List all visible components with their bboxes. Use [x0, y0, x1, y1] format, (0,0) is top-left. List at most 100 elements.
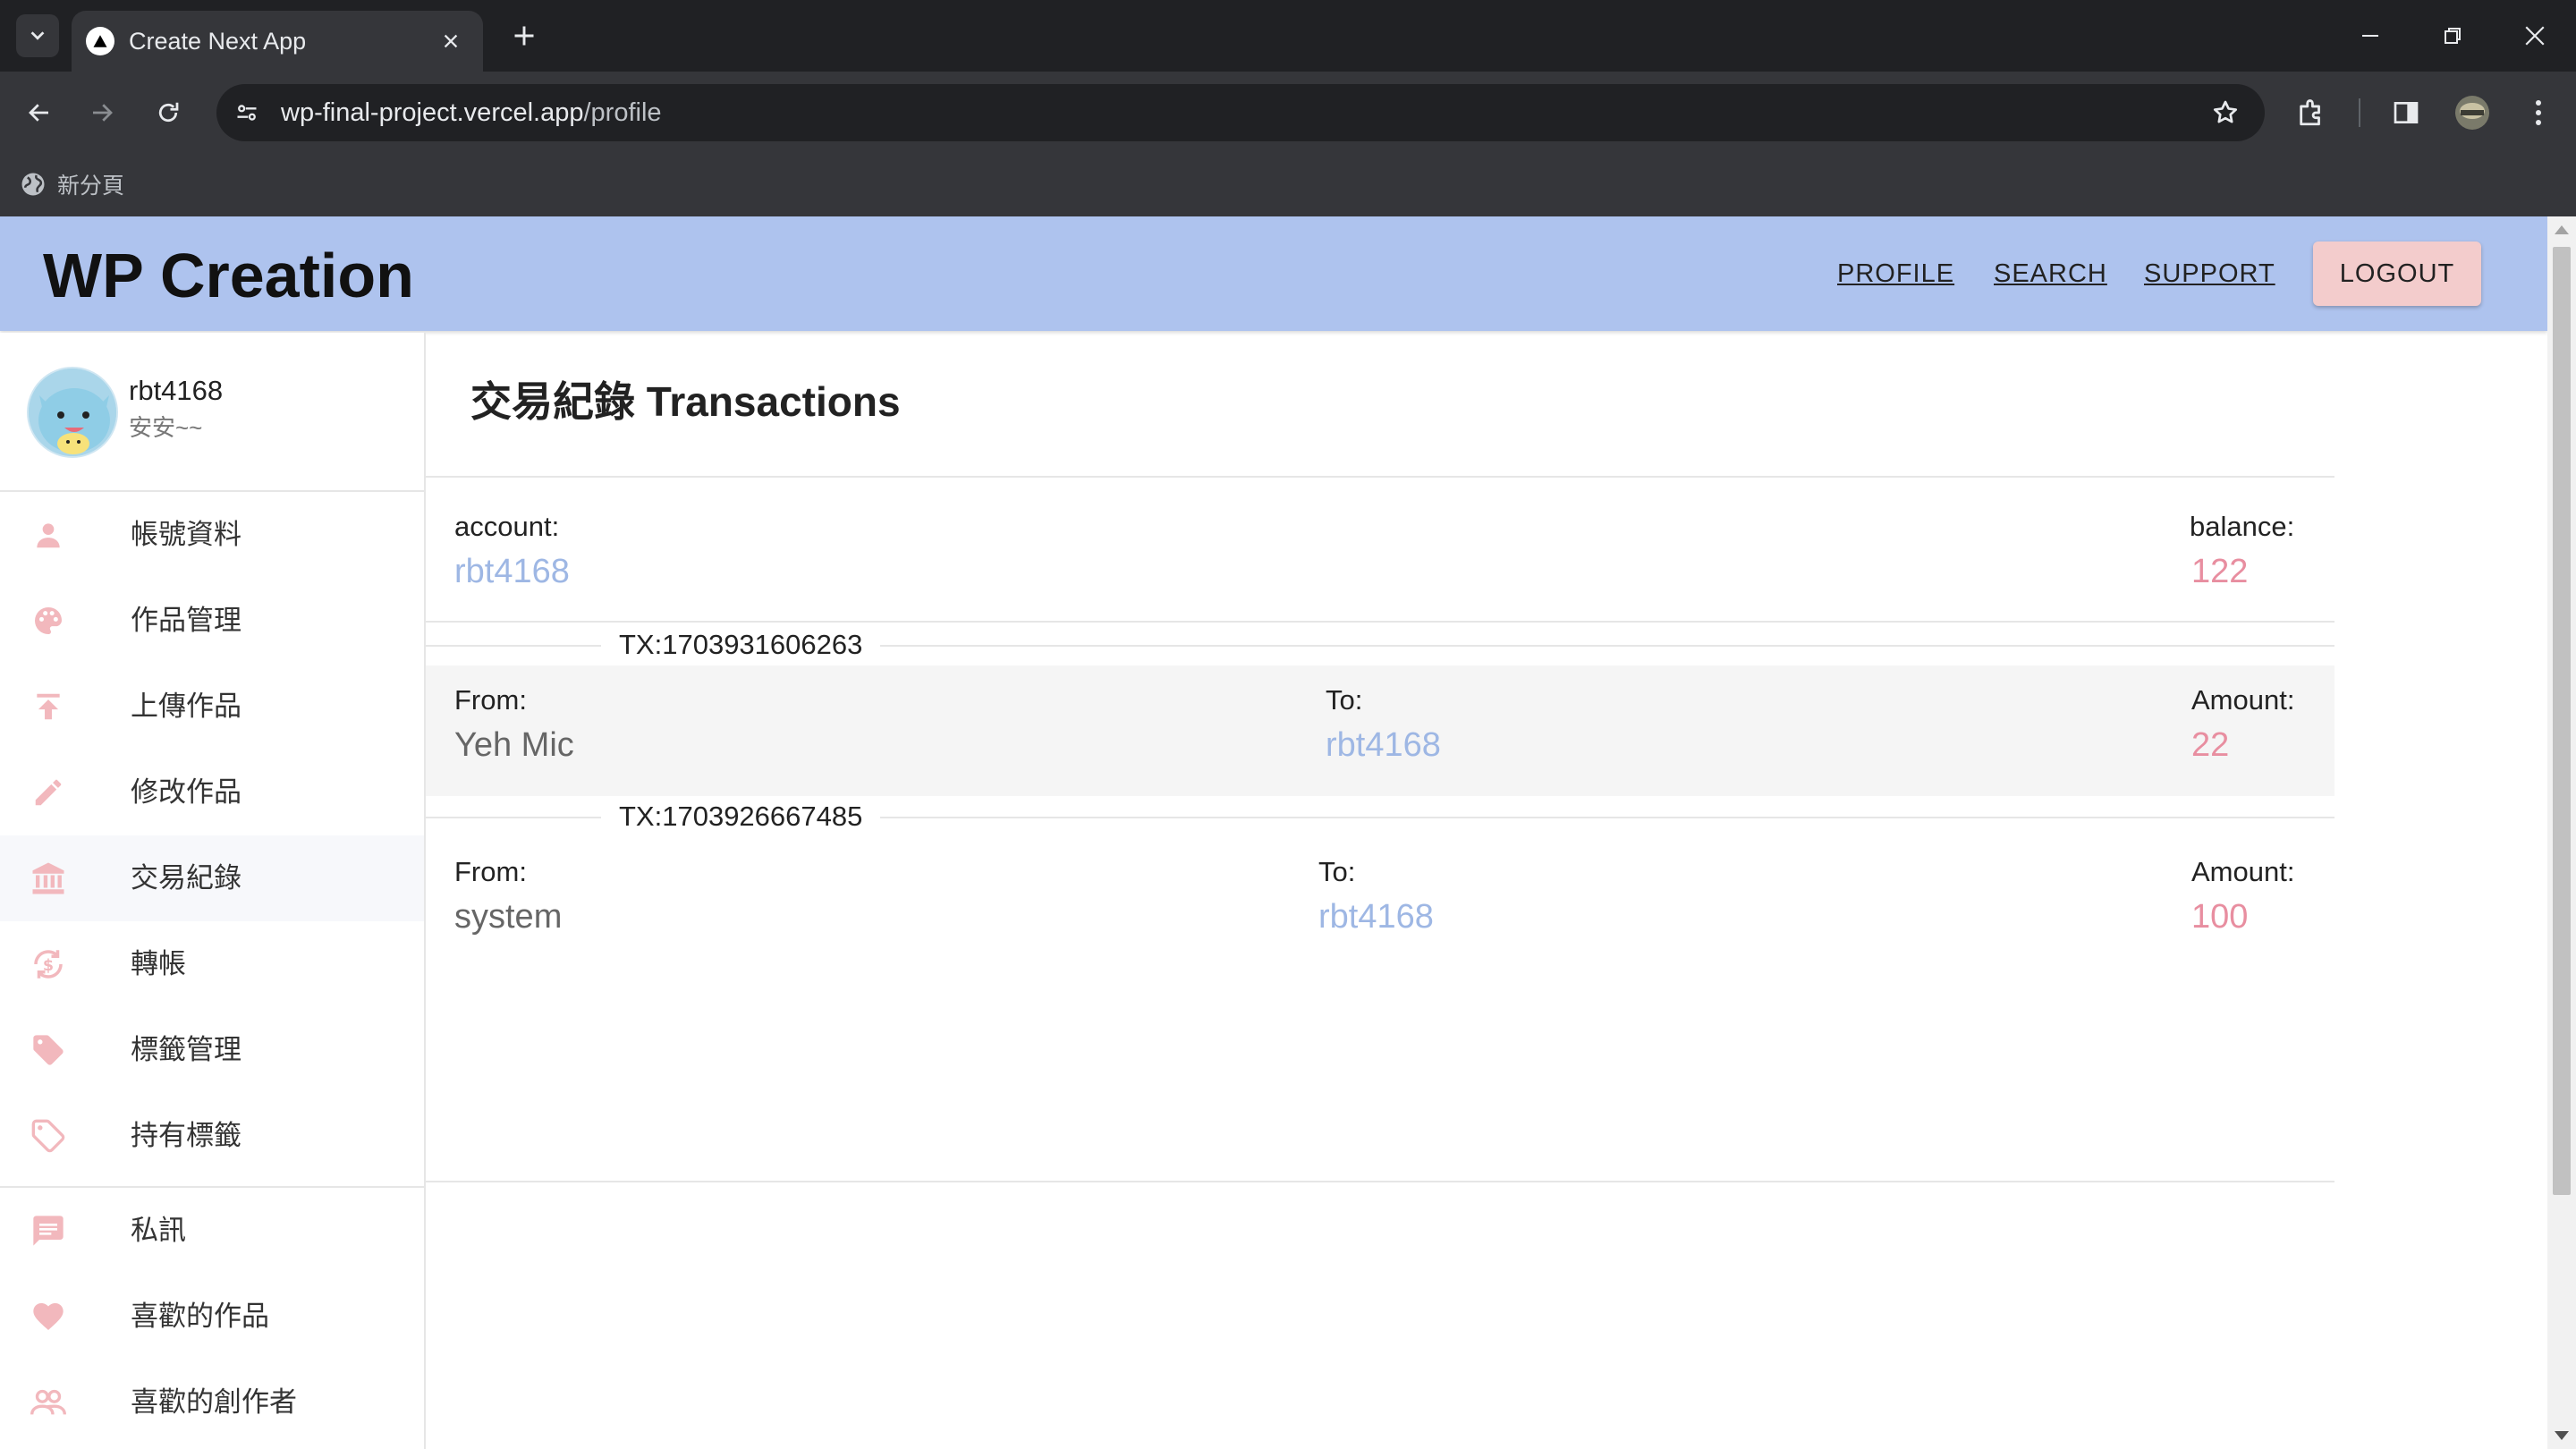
scroll-up-arrow-icon[interactable] — [2555, 225, 2569, 234]
account-value[interactable]: rbt4168 — [454, 551, 570, 592]
new-tab-button[interactable] — [504, 16, 544, 55]
sidebar-item-label: 帳號資料 — [131, 519, 242, 550]
row-divider — [426, 1181, 2334, 1182]
side-panel-icon[interactable] — [2385, 91, 2428, 134]
sidebar-item-label: 標籤管理 — [131, 1034, 242, 1065]
sidebar: rbt4168 安安~~ 帳號資料 作品管理 上傳作品 修改作品 交易紀錄 $ … — [0, 333, 426, 1449]
sidebar-item-liked-creators[interactable]: 喜歡的創作者 — [0, 1360, 424, 1445]
scrollbar-thumb[interactable] — [2553, 247, 2571, 1195]
from-value: system — [454, 898, 563, 936]
bookmark-label: 新分頁 — [57, 174, 125, 199]
pencil-icon — [29, 775, 68, 810]
sidebar-item-label: 修改作品 — [131, 776, 242, 808]
from-label: From: — [454, 856, 527, 887]
tx-id: TX:1703931606263 — [601, 628, 881, 662]
sidebar-item-messages[interactable]: 私訊 — [0, 1188, 424, 1274]
nextjs-favicon-icon — [86, 27, 114, 55]
to-label: To: — [1318, 856, 1356, 887]
sidebar-item-label: 上傳作品 — [131, 691, 242, 722]
tag-icon — [29, 1032, 68, 1068]
to-label: To: — [1326, 684, 1363, 716]
close-icon[interactable] — [433, 23, 469, 59]
chevron-down-icon — [30, 31, 45, 40]
sidebar-item-transactions[interactable]: 交易紀錄 — [0, 835, 424, 921]
title-divider — [426, 476, 2334, 478]
reload-icon — [158, 102, 179, 123]
browser-tab-bar: Create Next App — [0, 0, 2576, 72]
sidebar-item-label: 喜歡的創作者 — [131, 1386, 297, 1418]
sidebar-item-label: 喜歡的作品 — [131, 1301, 269, 1332]
site-info-icon[interactable] — [227, 93, 267, 132]
username: rbt4168 — [129, 375, 224, 406]
bookmark-new-tab[interactable]: 新分頁 — [20, 166, 124, 202]
palette-icon — [29, 603, 68, 639]
nav-profile-link[interactable]: PROFILE — [1837, 258, 1954, 290]
user-profile-block: rbt4168 安安~~ — [0, 333, 424, 492]
svg-text:$: $ — [43, 957, 54, 975]
reload-button[interactable] — [147, 91, 190, 134]
person-icon — [29, 517, 68, 553]
more-menu-icon[interactable] — [2517, 91, 2560, 134]
row-divider — [426, 621, 2334, 623]
sidebar-item-liked-works[interactable]: 喜歡的作品 — [0, 1274, 424, 1360]
amount-label: Amount: — [2191, 684, 2295, 716]
avatar[interactable] — [27, 367, 118, 458]
chat-icon — [29, 1213, 68, 1249]
tx-id: TX:1703926667485 — [601, 800, 881, 834]
sidebar-item-owned-tags[interactable]: 持有標籤 — [0, 1093, 424, 1179]
plus-icon — [514, 26, 534, 46]
upload-icon — [29, 689, 68, 724]
brand-title[interactable]: WP Creation — [43, 238, 414, 313]
heart-icon — [29, 1299, 68, 1335]
amount-value: 100 — [2191, 898, 2249, 936]
account-label: account: — [454, 511, 560, 542]
scroll-down-arrow-icon[interactable] — [2555, 1431, 2569, 1440]
tab-title: Create Next App — [129, 28, 307, 55]
bookmarks-bar: 新分頁 — [0, 154, 2576, 216]
transaction-row: From: Yeh Mic To: rbt4168 Amount: 22 — [426, 665, 2334, 796]
sidebar-item-account[interactable]: 帳號資料 — [0, 492, 424, 578]
extensions-icon[interactable] — [2290, 91, 2333, 134]
balance-value: 122 — [2191, 553, 2249, 590]
window-close-button[interactable] — [2508, 14, 2562, 57]
forward-button[interactable] — [80, 91, 123, 134]
to-value[interactable]: rbt4168 — [1326, 724, 1441, 766]
page-viewport: WP Creation PROFILE SEARCH SUPPORT LOGOU… — [0, 216, 2547, 1449]
sidebar-item-works[interactable]: 作品管理 — [0, 578, 424, 664]
logout-button[interactable]: LOGOUT — [2313, 242, 2481, 306]
app-header: WP Creation PROFILE SEARCH SUPPORT LOGOU… — [0, 216, 2547, 331]
nav-support-link[interactable]: SUPPORT — [2144, 258, 2275, 290]
browser-tab[interactable]: Create Next App — [72, 11, 483, 72]
amount-label: Amount: — [2191, 856, 2295, 887]
transaction-row: From: system To: rbt4168 Amount: 100 — [426, 837, 2334, 968]
amount-value: 22 — [2191, 726, 2230, 764]
restore-button[interactable] — [2426, 14, 2479, 57]
nav-search-link[interactable]: SEARCH — [1994, 258, 2107, 290]
arrow-left-icon — [29, 104, 48, 122]
from-label: From: — [454, 684, 527, 716]
address-bar[interactable]: wp-final-project.vercel.app/profile — [216, 84, 2265, 141]
page-scrollbar[interactable] — [2547, 216, 2576, 1449]
main-content: 交易紀錄 Transactions account: rbt4168 balan… — [426, 333, 2547, 1449]
restore-icon — [2445, 28, 2461, 44]
globe-icon — [21, 173, 45, 196]
sidebar-item-edit[interactable]: 修改作品 — [0, 750, 424, 835]
back-button[interactable] — [18, 91, 61, 134]
sidebar-item-upload[interactable]: 上傳作品 — [0, 664, 424, 750]
browser-toolbar: wp-final-project.vercel.app/profile — [0, 72, 2576, 154]
sidebar-item-label: 持有標籤 — [131, 1120, 242, 1151]
toolbar-separator — [2359, 98, 2360, 127]
sidebar-item-transfer[interactable]: $ 轉帳 — [0, 921, 424, 1007]
minimize-button[interactable] — [2343, 14, 2397, 57]
profile-avatar-icon[interactable] — [2451, 91, 2494, 134]
people-icon — [29, 1385, 68, 1420]
sidebar-item-tag-management[interactable]: 標籤管理 — [0, 1007, 424, 1093]
tags-icon — [29, 1118, 68, 1154]
bank-icon — [29, 860, 68, 896]
tab-search-button[interactable] — [16, 14, 59, 57]
sidebar-item-label: 私訊 — [131, 1215, 186, 1246]
sidebar-item-label: 轉帳 — [131, 948, 186, 979]
minimize-icon — [2362, 35, 2378, 37]
to-value[interactable]: rbt4168 — [1318, 896, 1434, 937]
bookmark-star-icon[interactable] — [2207, 95, 2243, 131]
